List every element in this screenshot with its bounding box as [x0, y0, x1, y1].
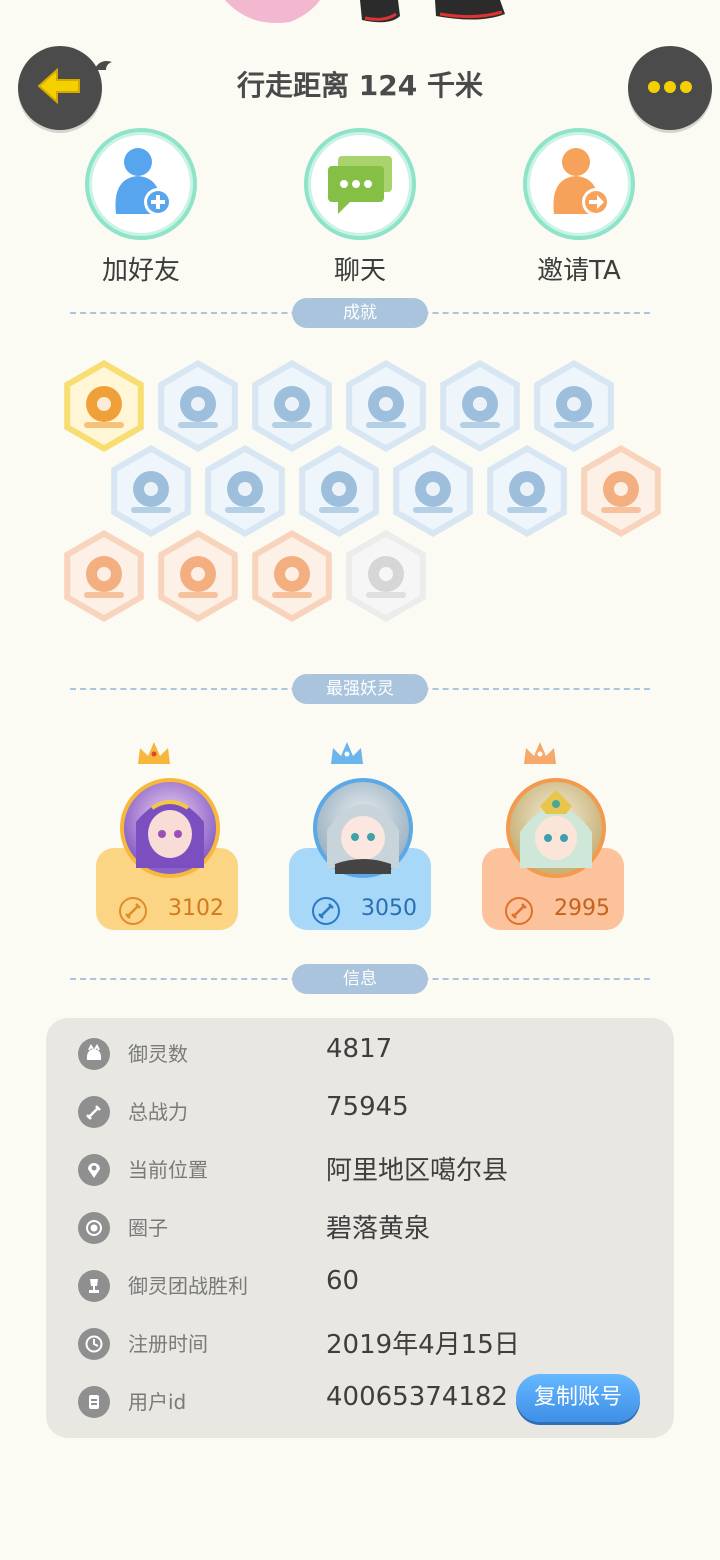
power-sword-icon [504, 896, 534, 930]
info-label: 注册时间 [128, 1332, 208, 1356]
info-title: 信息 [292, 964, 428, 994]
shield-orb-icon[interactable] [299, 445, 379, 537]
info-row-user-id: 用户id 40065374182 复制账号 [46, 1374, 674, 1434]
info-value: 2019年4月15日 [326, 1330, 520, 1360]
crystal-ball-icon[interactable] [346, 360, 426, 452]
spirit-card-3[interactable]: 2995 [482, 740, 624, 932]
info-value: 4817 [326, 1034, 393, 1064]
achievement-hex-layer [64, 360, 661, 622]
power-icon [78, 1096, 110, 1128]
crown-icon [329, 740, 365, 772]
cat-silhouette-icon[interactable] [393, 445, 473, 537]
spirit-avatar [120, 778, 220, 878]
id-card-icon [78, 1386, 110, 1418]
info-label: 御灵数 [128, 1042, 188, 1066]
more-button[interactable] [628, 46, 712, 130]
crown-icon [522, 740, 558, 772]
cat-wand-icon[interactable] [111, 445, 191, 537]
add-friend-label: 加好友 [101, 256, 180, 286]
trophy-icon [78, 1270, 110, 1302]
cart-cat-icon[interactable] [158, 530, 238, 622]
crystal-gem-icon[interactable] [64, 530, 144, 622]
achievements-header: 成就 [292, 298, 428, 328]
chat-button[interactable]: 聊天 [280, 128, 440, 287]
top-spirits-header: 最强妖灵 [292, 674, 428, 704]
top-spirits-title: 最强妖灵 [292, 674, 428, 704]
yin-yang-book-icon[interactable] [205, 445, 285, 537]
info-row-register-time: 注册时间 2019年4月15日 [46, 1318, 674, 1376]
copy-account-button[interactable]: 复制账号 [516, 1374, 640, 1422]
spirit-count-icon [78, 1038, 110, 1070]
invite-icon [523, 128, 635, 240]
sneaker-icon[interactable] [158, 360, 238, 452]
fox-book-icon[interactable] [487, 445, 567, 537]
info-value: 60 [326, 1266, 360, 1296]
info-row-team-wins: 御灵团战胜利 60 [46, 1260, 674, 1318]
spirit-statue-icon[interactable] [534, 360, 614, 452]
info-row-circle: 圈子 碧落黄泉 [46, 1202, 674, 1260]
spirit-avatar [313, 778, 413, 878]
info-value: 75945 [326, 1092, 409, 1122]
info-row-spirit-count: 御灵数 4817 [46, 1028, 674, 1086]
chat-icon [304, 128, 416, 240]
info-label: 御灵团战胜利 [128, 1274, 248, 1298]
info-panel: 御灵数 4817 总战力 75945 当前位置 阿里地区噶尔县 圈子 碧落黄泉 … [46, 1018, 674, 1438]
dancing-spirit-icon[interactable] [346, 530, 426, 622]
more-dots-icon [647, 79, 693, 98]
info-label: 当前位置 [128, 1158, 208, 1182]
yin-yang-scroll-icon[interactable] [440, 360, 520, 452]
spirit-card-1[interactable]: 3102 [96, 740, 238, 932]
moon-eclipse-icon[interactable] [581, 445, 661, 537]
achievement-grid [0, 360, 720, 640]
circle-icon [78, 1212, 110, 1244]
achievements-title: 成就 [292, 298, 428, 328]
info-label: 用户id [128, 1390, 187, 1414]
orb-stand-icon[interactable] [252, 360, 332, 452]
info-value: 碧落黄泉 [326, 1214, 431, 1244]
info-value: 40065374182 [326, 1382, 508, 1412]
info-label: 圈子 [128, 1216, 168, 1240]
character-art [200, 0, 530, 30]
info-row-location: 当前位置 阿里地区噶尔县 [46, 1144, 674, 1202]
invite-button[interactable]: 邀请TA [499, 128, 659, 287]
power-sword-icon [118, 896, 148, 930]
location-pin-icon [78, 1154, 110, 1186]
fox-medal-icon[interactable] [64, 360, 144, 452]
chat-label: 聊天 [333, 256, 386, 286]
info-header: 信息 [292, 964, 428, 994]
crown-icon [136, 740, 172, 772]
spirit-score: 3050 [361, 896, 417, 921]
add-friend-icon [85, 128, 197, 240]
invite-label: 邀请TA [537, 256, 621, 286]
spirit-card-2[interactable]: 3050 [289, 740, 431, 932]
clock-icon [78, 1328, 110, 1360]
add-friend-button[interactable]: 加好友 [61, 128, 221, 287]
info-value: 阿里地区噶尔县 [326, 1156, 509, 1186]
info-row-power: 总战力 75945 [46, 1086, 674, 1144]
info-label: 总战力 [128, 1100, 188, 1124]
ox-spirit-icon[interactable] [252, 530, 332, 622]
page-title: 行走距离 124 千米 [237, 69, 483, 102]
power-sword-icon [311, 896, 341, 930]
spirit-avatar [506, 778, 606, 878]
spirit-score: 3102 [168, 896, 224, 921]
spirit-score: 2995 [554, 896, 610, 921]
